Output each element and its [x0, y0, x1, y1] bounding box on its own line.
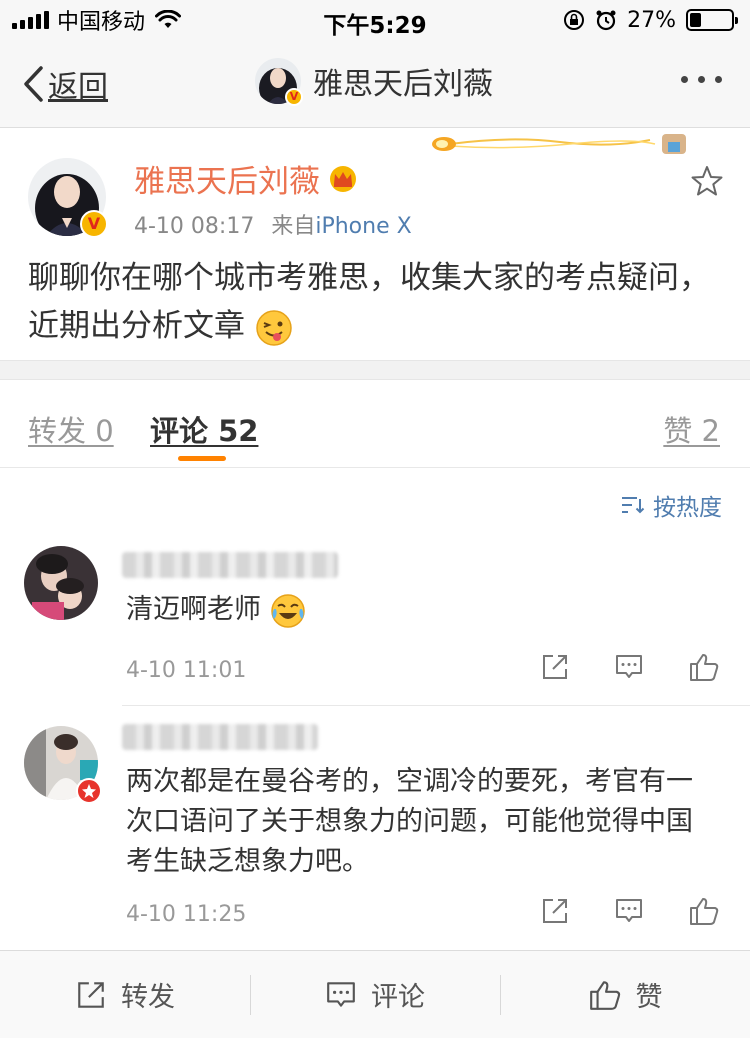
comment-text: 清迈啊老师	[126, 590, 726, 630]
repost-icon	[78, 981, 104, 1008]
toolbar-comment-label: 评论	[371, 982, 425, 1013]
nav-avatar: V	[255, 58, 303, 106]
laugh-cry-emoji-icon	[270, 593, 305, 628]
share-icon[interactable]	[540, 652, 570, 682]
comment-item: 两次都是在曼谷考的，空调冷的要死，考官有一次口语问了关于想象力的问题，可能他觉得…	[0, 706, 750, 950]
post-author-name[interactable]: 雅思天后刘薇	[134, 156, 358, 201]
comment-text: 两次都是在曼谷考的，空调冷的要死，考官有一次口语问了关于想象力的问题，可能他觉得…	[126, 766, 693, 877]
nav-title-text: 雅思天后刘薇	[313, 67, 493, 102]
more-dots-icon[interactable]	[681, 76, 722, 83]
bottom-toolbar: 转发 评论 赞	[0, 950, 750, 1038]
crown-icon	[330, 165, 356, 192]
sort-by-hot-button[interactable]: 按热度	[621, 488, 722, 522]
sort-icon	[622, 497, 645, 514]
commenter-name-blurred	[122, 724, 318, 750]
toolbar-comment-button[interactable]: 评论	[250, 951, 500, 1038]
status-bar: 中国移动 下午5:29 27%	[0, 0, 750, 40]
active-tab-indicator	[178, 456, 226, 461]
toolbar-repost-button[interactable]: 转发	[0, 951, 250, 1038]
share-icon[interactable]	[540, 896, 570, 926]
post-meta: 4-10 08:17 来自iPhone X	[134, 208, 412, 240]
toolbar-repost-label: 转发	[121, 982, 175, 1013]
cheeky-face-emoji-icon	[256, 309, 292, 346]
battery-icon	[686, 9, 738, 31]
verified-badge-icon: V	[80, 210, 108, 238]
comment-time: 4-10 11:25	[126, 902, 247, 927]
status-right: 27%	[563, 6, 738, 34]
comment-icon	[327, 981, 355, 1007]
battery-percent: 27%	[627, 7, 676, 33]
nav-bar: 返回 V 雅思天后刘薇	[0, 40, 750, 128]
comet-decoration-icon	[432, 134, 686, 154]
comment-icon[interactable]	[614, 896, 644, 926]
section-divider	[0, 360, 750, 380]
commenter-avatar[interactable]	[24, 546, 98, 620]
post-tabs: 转发 0 评论 52 赞 2	[0, 380, 750, 468]
tab-like[interactable]: 赞 2	[663, 408, 720, 450]
back-button[interactable]: 返回	[22, 62, 108, 106]
comment-time: 4-10 11:01	[126, 658, 247, 683]
comment-icon[interactable]	[614, 652, 644, 682]
commenter-avatar[interactable]	[24, 726, 102, 804]
post-text-body: 聊聊你在哪个城市考雅思，收集大家的考点疑问，近期出分析文章	[28, 260, 710, 344]
like-thumb-icon[interactable]	[688, 896, 720, 926]
author-name-text: 雅思天后刘薇	[134, 164, 320, 200]
sort-label: 按热度	[653, 495, 722, 521]
post-source[interactable]: iPhone X	[315, 214, 411, 239]
battery-fill	[690, 13, 701, 27]
post-source-prefix: 来自	[271, 214, 316, 239]
like-thumb-icon[interactable]	[688, 652, 720, 682]
post-author-avatar[interactable]: V	[28, 158, 108, 238]
like-thumb-icon	[589, 980, 620, 1010]
toolbar-like-button[interactable]: 赞	[500, 951, 750, 1038]
commenter-name-blurred	[122, 552, 338, 578]
toolbar-like-label: 赞	[635, 982, 663, 1013]
verified-badge-icon: V	[285, 88, 303, 106]
tab-comment[interactable]: 评论 52	[150, 408, 258, 450]
alarm-icon	[596, 10, 616, 31]
comment-actions	[540, 652, 720, 682]
tab-repost[interactable]: 转发 0	[28, 408, 114, 450]
comment-actions	[540, 896, 720, 926]
rotation-lock-icon	[564, 10, 585, 30]
weibo-post: V 雅思天后刘薇 4-10 08:17 来自iPhone X 聊聊你在哪个城市考…	[0, 128, 750, 360]
post-date: 4-10 08:17	[134, 214, 255, 239]
back-label: 返回	[48, 70, 108, 105]
chevron-left-icon	[24, 66, 43, 102]
post-text: 聊聊你在哪个城市考雅思，收集大家的考点疑问，近期出分析文章	[28, 254, 728, 350]
star-favorite-icon[interactable]	[690, 164, 724, 198]
nav-title[interactable]: V 雅思天后刘薇	[255, 58, 493, 106]
comment-item: 清迈啊老师 4-10 11:01	[0, 540, 750, 706]
member-badge-icon	[76, 778, 102, 804]
comment-text-body: 清迈啊老师	[126, 594, 261, 625]
